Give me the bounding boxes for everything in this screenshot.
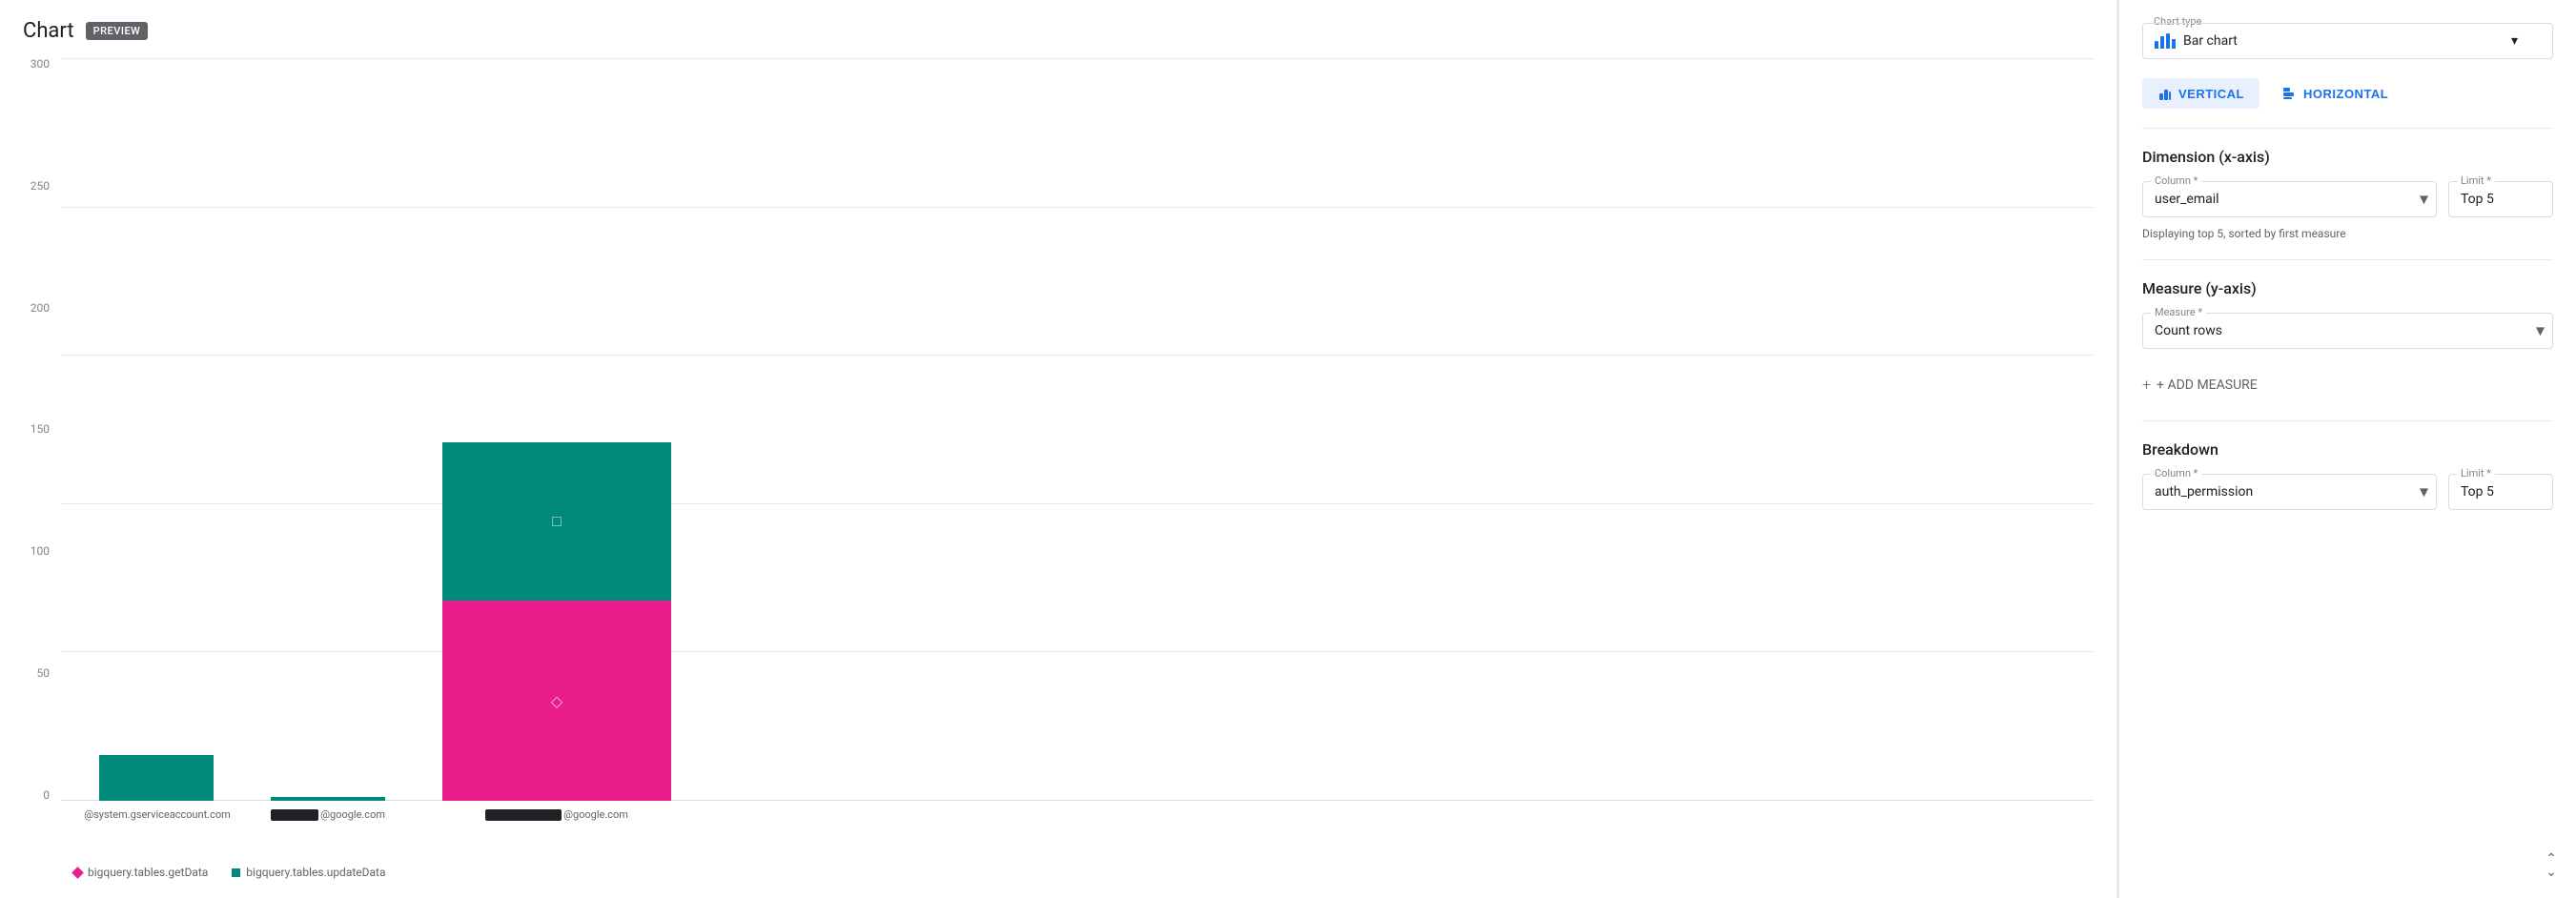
y-label-100: 100 xyxy=(31,545,50,557)
divider-3 xyxy=(2142,420,2553,421)
x-label-domain-3: @google.com xyxy=(563,808,628,821)
legend-square xyxy=(232,868,240,877)
dimension-column-value: user_email xyxy=(2155,192,2219,207)
breakdown-section-title: Breakdown xyxy=(2142,440,2553,459)
bar-icon-square: □ xyxy=(552,512,562,531)
bar-icon-diamond: ◇ xyxy=(551,692,562,710)
legend-icon-1 xyxy=(72,867,82,877)
x-label-3: @google.com xyxy=(442,808,671,821)
bar-chart-icon xyxy=(2155,33,2176,49)
collapse-toggle[interactable]: ⌃ ⌄ xyxy=(2545,852,2557,879)
measure-section-title: Measure (y-axis) xyxy=(2142,279,2553,297)
measure-field-group: Measure * Count rows ▾ xyxy=(2142,313,2553,349)
legend-item-1: bigquery.tables.getData xyxy=(72,866,208,879)
dimension-column-group: Column * user_email ▾ xyxy=(2142,181,2437,217)
measure-arrow: ▾ xyxy=(2536,321,2545,341)
y-label-50: 50 xyxy=(37,667,51,679)
breakdown-section: Breakdown Column * auth_permission ▾ Lim… xyxy=(2142,440,2553,510)
legend-icon-2 xyxy=(231,867,240,877)
horizontal-button[interactable]: HORIZONTAL xyxy=(2267,78,2403,109)
dimension-info-text: Displaying top 5, sorted by first measur… xyxy=(2142,227,2553,240)
chart-header: Chart PREVIEW xyxy=(23,19,2094,43)
breakdown-limit-label: Limit * xyxy=(2457,467,2495,480)
breakdown-limit-group: Limit * Top 5 xyxy=(2448,474,2553,510)
add-measure-button[interactable]: + + ADD MEASURE xyxy=(2142,368,2553,401)
breakdown-column-arrow: ▾ xyxy=(2420,482,2428,502)
legend-diamond xyxy=(72,867,84,879)
orientation-buttons: VERTICAL HORIZONTAL xyxy=(2142,78,2553,109)
dimension-section-title: Dimension (x-axis) xyxy=(2142,148,2553,166)
bar-segment-magenta-3: ◇ xyxy=(442,601,671,801)
legend-label-1: bigquery.tables.getData xyxy=(88,866,208,879)
bar-stack-1 xyxy=(99,755,214,801)
chevron-up-icon: ⌃ xyxy=(2545,852,2557,866)
chart-legend: bigquery.tables.getData bigquery.tables.… xyxy=(72,858,2094,879)
chart-type-section: Chart type Bar chart ▾ xyxy=(2142,15,2553,59)
chart-type-dropdown-arrow: ▾ xyxy=(2511,33,2518,49)
y-label-0: 0 xyxy=(43,789,50,801)
chart-type-selector[interactable]: Bar chart ▾ xyxy=(2142,23,2553,59)
dimension-limit-label: Limit * xyxy=(2457,174,2495,187)
legend-label-2: bigquery.tables.updateData xyxy=(246,866,385,879)
breakdown-limit-value: Top 5 xyxy=(2461,484,2494,500)
add-measure-label: + ADD MEASURE xyxy=(2157,378,2258,393)
x-label-redacted-2 xyxy=(271,809,318,821)
vertical-icon xyxy=(2157,86,2173,101)
x-label-1: @system.gserviceaccount.com xyxy=(99,808,214,821)
chart-body: ◇ □ @system.gserviceaccount.com @google.… xyxy=(61,58,2094,858)
y-axis: 300 250 200 150 100 50 0 xyxy=(23,58,61,858)
bars-container: ◇ □ xyxy=(61,58,2094,801)
dimension-limit-group: Limit * Top 5 xyxy=(2448,181,2553,217)
breakdown-column-value: auth_permission xyxy=(2155,484,2253,500)
plus-icon: + xyxy=(2142,376,2151,394)
chart-area: Chart PREVIEW 300 250 200 150 100 50 0 xyxy=(0,0,2116,898)
y-label-300: 300 xyxy=(31,58,50,70)
vertical-label: VERTICAL xyxy=(2178,87,2244,101)
divider-1 xyxy=(2142,128,2553,129)
x-label-redacted-3 xyxy=(485,809,562,821)
dimension-field-row: Column * user_email ▾ Limit * Top 5 xyxy=(2142,181,2553,217)
breakdown-column-label: Column * xyxy=(2151,467,2201,480)
y-label-250: 250 xyxy=(31,180,50,192)
chevron-down-icon: ⌄ xyxy=(2545,866,2557,879)
breakdown-field-row: Column * auth_permission ▾ Limit * Top 5 xyxy=(2142,474,2553,510)
dimension-limit-value: Top 5 xyxy=(2461,192,2494,207)
legend-item-2: bigquery.tables.updateData xyxy=(231,866,385,879)
dimension-column-label: Column * xyxy=(2151,174,2201,187)
chart-type-value: Bar chart xyxy=(2183,33,2504,49)
x-label-2: @google.com xyxy=(271,808,385,821)
bar2-icon xyxy=(2160,36,2164,49)
y-label-150: 150 xyxy=(31,423,50,435)
bar-group-3: ◇ □ xyxy=(442,442,671,801)
chart-title: Chart xyxy=(23,19,74,43)
bar-stack-3: ◇ □ xyxy=(442,442,671,801)
right-panel: Chart type Bar chart ▾ VERTICAL xyxy=(2118,0,2576,898)
x-label-domain-1: @system.gserviceaccount.com xyxy=(84,808,231,821)
measure-section: Measure (y-axis) Measure * Count rows ▾ xyxy=(2142,279,2553,349)
dimension-section: Dimension (x-axis) Column * user_email ▾… xyxy=(2142,148,2553,240)
horizontal-icon xyxy=(2282,86,2298,101)
horizontal-label: HORIZONTAL xyxy=(2303,87,2388,101)
divider-2 xyxy=(2142,259,2553,260)
y-label-200: 200 xyxy=(31,302,50,314)
bar-segment-teal-3: □ xyxy=(442,442,671,601)
bar1-icon xyxy=(2155,41,2158,49)
bar-group-1 xyxy=(99,755,214,801)
vertical-button[interactable]: VERTICAL xyxy=(2142,78,2259,109)
x-label-domain-2: @google.com xyxy=(320,808,385,821)
measure-value: Count rows xyxy=(2155,323,2222,338)
preview-badge: PREVIEW xyxy=(86,22,149,40)
breakdown-column-group: Column * auth_permission ▾ xyxy=(2142,474,2437,510)
dimension-column-arrow: ▾ xyxy=(2420,190,2428,210)
bar-segment-teal-1 xyxy=(99,755,214,801)
x-labels: @system.gserviceaccount.com @google.com … xyxy=(61,801,2094,858)
bar3-icon xyxy=(2166,33,2170,49)
chart-container: 300 250 200 150 100 50 0 xyxy=(23,58,2094,858)
measure-label: Measure * xyxy=(2151,306,2206,318)
bar4-icon xyxy=(2172,39,2176,49)
